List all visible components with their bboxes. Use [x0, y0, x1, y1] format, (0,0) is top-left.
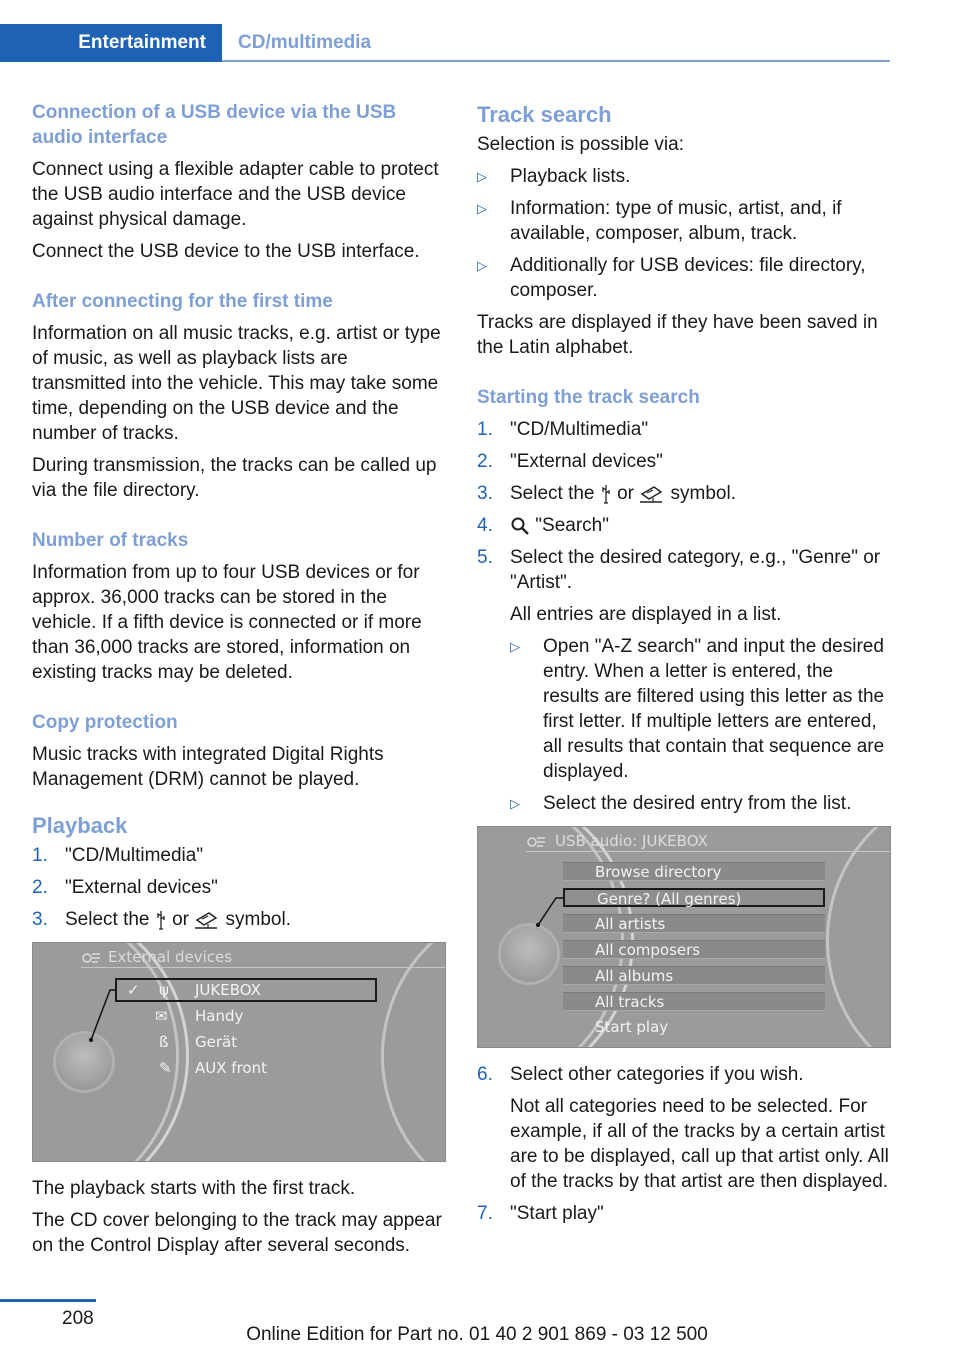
step6-note: Not all categories need to be selected. … — [510, 1096, 889, 1192]
external-devices-screen: External devices ✓ ψ JUKEBOX ✉ Handy ß G… — [32, 942, 446, 1162]
playback-step: 2. "External devices" — [32, 877, 218, 898]
triangle-bullet-icon: ▷ — [477, 258, 487, 273]
triangle-bullet-icon: ▷ — [510, 796, 520, 811]
usb-audio-screen: USB audio: JUKEBOX Browse directory Genre… — [477, 826, 891, 1048]
menu-item[interactable]: Browse directory — [563, 862, 825, 881]
header-rule — [222, 60, 890, 62]
playback-note-1: The playback starts with the first track… — [32, 1178, 356, 1199]
track-search-intro: Selection is possible via: — [477, 134, 684, 155]
usb-icon — [602, 484, 610, 504]
search-step: 7. "Start play" — [477, 1203, 604, 1224]
device-row-jukebox[interactable]: JUKEBOX — [195, 978, 261, 1003]
media-icon — [527, 837, 545, 847]
phone-icon — [640, 486, 663, 503]
playback-step: 3. Select the or symbol. — [32, 909, 291, 930]
left-column: Connection of a USB device via the USB a… — [32, 100, 446, 1265]
number-of-tracks-heading: Number of tracks — [32, 530, 189, 551]
list-item: ▷ Open "A-Z search" and input the desired… — [510, 636, 885, 782]
phone-icon: ✉ — [155, 1007, 168, 1025]
track-search-note: Tracks are displayed if they have been s… — [477, 312, 878, 358]
first-time-paragraph-1: Information on all music tracks, e.g. ar… — [32, 323, 441, 444]
triangle-bullet-icon: ▷ — [477, 201, 487, 216]
first-time-heading: After connecting for the first time — [32, 291, 333, 312]
copy-protection-paragraph: Music tracks with integrated Digital Rig… — [32, 744, 384, 790]
edition-note: Online Edition for Part no. 01 40 2 901 … — [246, 1324, 708, 1345]
menu-item[interactable]: All tracks — [563, 992, 825, 1011]
pointer-line — [89, 989, 117, 1042]
triangle-bullet-icon: ▷ — [477, 169, 487, 184]
search-step: 5. Select the desired category, e.g., "Ge… — [477, 547, 881, 593]
search-step: 3. Select the or symbol. — [477, 483, 736, 504]
check-icon: ✓ — [127, 981, 140, 999]
device-row-geraet[interactable]: Gerät — [195, 1030, 237, 1055]
footer-rule — [0, 1299, 96, 1302]
usb-paragraph-1: Connect using a flexible adapter cable t… — [32, 159, 439, 230]
start-track-search-heading: Starting the track search — [477, 387, 700, 408]
aux-plug-icon: ✎ — [159, 1059, 172, 1077]
track-search-steps: 1. "CD/Multimedia" 2. "External devices" 3… — [477, 417, 891, 595]
track-search-heading: Track search — [477, 102, 612, 127]
copy-protection-heading: Copy protection — [32, 712, 178, 733]
phone-icon — [195, 912, 218, 929]
list-item: ▷ Select the desired entry from the list. — [510, 793, 852, 814]
track-search-options: ▷ Playback lists. ▷ Information: type of m… — [477, 164, 891, 303]
first-time-paragraph-2: During transmission, the tracks can be c… — [32, 455, 437, 501]
playback-steps: 1. "CD/Multimedia" 2. "External devices"… — [32, 843, 446, 932]
device-row-aux-front[interactable]: AUX front — [195, 1056, 267, 1081]
menu-item[interactable]: All composers — [563, 940, 825, 959]
usb-paragraph-2: Connect the USB device to the USB interf… — [32, 241, 420, 262]
menu-item[interactable]: Start play — [563, 1018, 825, 1037]
usb-icon — [157, 910, 165, 930]
step5-note: All entries are displayed in a list. — [510, 604, 782, 625]
list-item: ▷ Information: type of music, artist, and… — [477, 198, 842, 244]
menu-item[interactable]: All artists — [563, 914, 825, 933]
pointer-line — [536, 897, 564, 927]
search-icon — [511, 517, 529, 535]
search-step: 2. "External devices" — [477, 451, 663, 472]
search-step: 1. "CD/Multimedia" — [477, 419, 649, 440]
usb-heading: Connection of a USB device via the USB a… — [32, 102, 397, 148]
playback-heading: Playback — [32, 813, 128, 838]
list-item: ▷ Playback lists. — [477, 166, 631, 187]
menu-item[interactable]: All albums — [563, 966, 825, 985]
media-icon — [82, 953, 100, 963]
playback-note-2: The CD cover belonging to the track may … — [32, 1210, 442, 1256]
page-header: Entertainment CD/multimedia — [0, 24, 890, 62]
right-column: Track search Selection is possible via: … — [477, 100, 891, 1233]
playback-step: 1. "CD/Multimedia" — [32, 845, 204, 866]
bluetooth-icon: ß — [159, 1033, 169, 1051]
list-item: ▷ Additionally for USB devices: file dire… — [477, 255, 866, 301]
subsection-tab: CD/multimedia — [238, 32, 372, 53]
device-row-handy[interactable]: Handy — [195, 1004, 243, 1029]
menu-item[interactable]: Genre? (All genres) — [563, 888, 825, 908]
number-of-tracks-paragraph: Information from up to four USB devices … — [32, 562, 422, 683]
triangle-bullet-icon: ▷ — [510, 639, 520, 654]
search-step: 4. "Search" — [477, 515, 609, 536]
search-step: 6. Select other categories if you wish. — [477, 1064, 804, 1085]
usb-icon: ψ — [159, 981, 169, 999]
section-tab: Entertainment — [0, 24, 222, 62]
